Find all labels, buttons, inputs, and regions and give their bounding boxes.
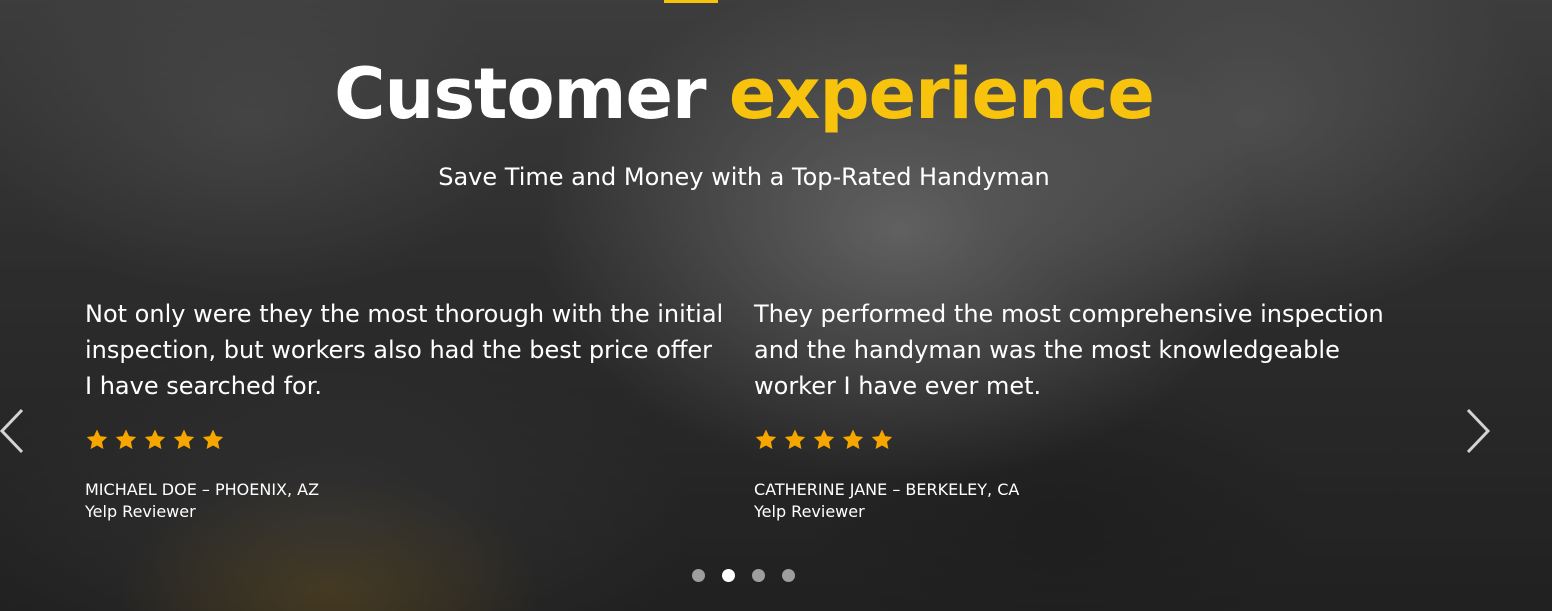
star-icon xyxy=(201,428,225,452)
testimonial-author: MICHAEL DOE – PHOENIX, AZ xyxy=(85,480,320,499)
star-icon xyxy=(114,428,138,452)
star-rating xyxy=(754,428,894,452)
star-icon xyxy=(172,428,196,452)
carousel-dot-1[interactable] xyxy=(692,569,705,582)
star-icon xyxy=(85,428,109,452)
chevron-left-icon xyxy=(0,408,32,462)
star-icon xyxy=(841,428,865,452)
carousel-dot-3[interactable] xyxy=(752,569,765,582)
chevron-right-icon xyxy=(1460,408,1494,462)
testimonial-role: Yelp Reviewer xyxy=(754,502,865,521)
testimonial-card: Not only were they the most thorough wit… xyxy=(85,296,725,521)
star-icon xyxy=(870,428,894,452)
testimonials-section: Customer experience Save Time and Money … xyxy=(0,0,1552,611)
section-subtitle: Save Time and Money with a Top-Rated Han… xyxy=(438,163,1050,191)
testimonial-quote: Not only were they the most thorough wit… xyxy=(85,300,724,400)
star-icon xyxy=(783,428,807,452)
star-icon xyxy=(754,428,778,452)
testimonial-role: Yelp Reviewer xyxy=(85,502,196,521)
title-word-experience: experience xyxy=(728,53,1155,135)
carousel-prev-button[interactable] xyxy=(0,404,32,458)
carousel-next-button[interactable] xyxy=(1460,404,1494,458)
top-accent-bar xyxy=(664,0,718,3)
carousel-pagination xyxy=(692,569,795,582)
testimonial-author: CATHERINE JANE – BERKELEY, CA xyxy=(754,480,1020,499)
star-icon xyxy=(812,428,836,452)
title-word-customer: Customer xyxy=(334,53,706,135)
carousel-dot-4[interactable] xyxy=(782,569,795,582)
star-icon xyxy=(143,428,167,452)
testimonial-card: They performed the most comprehensive in… xyxy=(754,296,1394,521)
section-title: Customer experience xyxy=(0,50,1488,138)
carousel-dot-2[interactable] xyxy=(722,569,735,582)
star-rating xyxy=(85,428,225,452)
testimonial-quote: They performed the most comprehensive in… xyxy=(754,300,1384,400)
